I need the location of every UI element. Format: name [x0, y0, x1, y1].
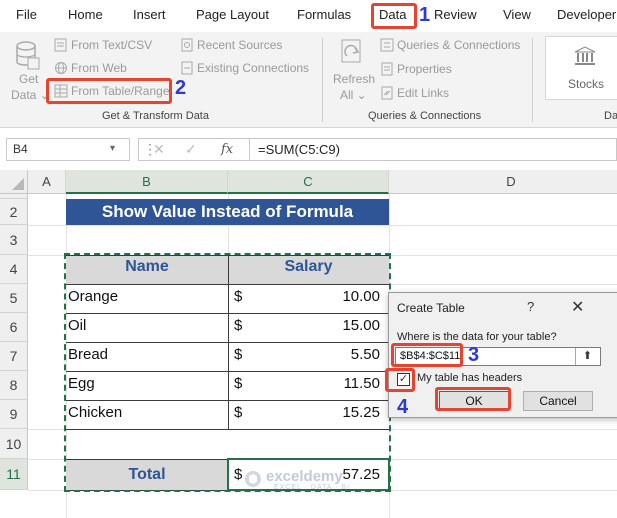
row-header-6[interactable]: 6	[0, 313, 28, 342]
tab-developer[interactable]: Developer	[557, 7, 616, 22]
from-web-button[interactable]: From Web	[71, 61, 127, 75]
step-4-label: 4	[397, 396, 409, 418]
brand-name: exceldemy	[266, 468, 343, 485]
existing-connections-button[interactable]: Existing Connections	[197, 61, 309, 75]
checkbox-highlight	[385, 368, 415, 392]
formula-input[interactable]: =SUM(C5:C9)	[250, 138, 617, 161]
step-3-label: 3	[468, 344, 480, 366]
confirm-entry-icon[interactable]: ✓	[185, 141, 197, 158]
stocks-button[interactable]: Stocks	[568, 77, 604, 91]
column-header-b[interactable]: B	[66, 170, 228, 194]
from-table-highlight	[46, 78, 172, 104]
step-2-label: 2	[175, 77, 187, 99]
cancel-button[interactable]: Cancel	[523, 391, 593, 411]
column-header-a[interactable]: A	[28, 170, 66, 194]
row-header-2[interactable]: 2	[0, 199, 28, 225]
text-file-icon	[54, 38, 68, 55]
watermark: exceldemy EXCEL · DATA · BI	[244, 468, 374, 492]
sheet-title[interactable]: Show Value Instead of Formula	[66, 199, 389, 225]
row-header-7[interactable]: 7	[0, 342, 28, 371]
name-box-dropdown-icon[interactable]: ▾	[110, 143, 115, 154]
collapse-dialog-icon[interactable]: ⬆	[575, 348, 599, 365]
refresh-all-dropdown[interactable]: All ⌄	[340, 88, 367, 102]
close-icon[interactable]: ✕	[571, 297, 584, 317]
gridline	[28, 225, 617, 226]
formula-bar: B4 ▾ ⋮ ✕ ✓ fx =SUM(C5:C9)	[0, 134, 617, 164]
bank-icon	[573, 45, 597, 70]
tab-review[interactable]: Review	[434, 7, 477, 22]
queries-group-label: Queries & Connections	[368, 110, 482, 122]
row-header-9[interactable]: 9	[0, 400, 28, 429]
data-tab-highlight	[371, 3, 417, 29]
refresh-all-button[interactable]: Refresh	[333, 72, 375, 86]
globe-icon	[54, 61, 68, 78]
range-question: Where is the data for your table?	[397, 331, 557, 343]
step-1-label: 1	[419, 4, 431, 26]
refresh-icon	[338, 38, 366, 73]
brand-tagline: EXCEL · DATA · BI	[274, 484, 350, 491]
cancel-entry-icon[interactable]: ✕	[153, 141, 165, 158]
recent-sources-icon	[180, 38, 194, 55]
properties-icon	[380, 62, 394, 79]
group-separator	[322, 38, 323, 122]
column-header-c[interactable]: C	[228, 170, 389, 194]
row-header-11[interactable]: 11	[0, 459, 28, 490]
tab-insert[interactable]: Insert	[133, 7, 166, 22]
database-icon	[14, 40, 40, 73]
stocks-gallery[interactable]: Stocks	[545, 36, 617, 100]
tab-home[interactable]: Home	[68, 7, 103, 22]
tab-formulas[interactable]: Formulas	[297, 7, 351, 22]
ribbon-data: Get Data ⌄ From Text/CSV From Web From T…	[0, 32, 617, 128]
edit-links-icon	[380, 86, 394, 103]
row-header-3[interactable]: 3	[0, 225, 28, 255]
queries-connections-icon	[380, 38, 394, 55]
tab-file[interactable]: File	[16, 7, 37, 22]
selection-marquee	[64, 253, 391, 492]
recent-sources-button[interactable]: Recent Sources	[197, 38, 282, 52]
dialog-title: Create Table	[397, 301, 465, 315]
existing-connections-icon	[180, 61, 194, 78]
insert-function-icon[interactable]: fx	[221, 142, 233, 157]
help-icon[interactable]: ?	[527, 299, 534, 314]
tab-page-layout[interactable]: Page Layout	[196, 7, 269, 22]
row-header-5[interactable]: 5	[0, 284, 28, 313]
brand-logo-icon	[245, 471, 261, 487]
row-header-8[interactable]: 8	[0, 371, 28, 400]
column-header-d[interactable]: D	[389, 170, 617, 194]
from-text-csv-button[interactable]: From Text/CSV	[71, 38, 152, 52]
formula-controls: ⋮ ✕ ✓ fx	[138, 138, 250, 161]
get-data-dropdown[interactable]: Data ⌄	[11, 88, 50, 102]
row-header-10[interactable]: 10	[0, 429, 28, 459]
select-all-corner[interactable]	[0, 170, 28, 194]
ribbon-tabs: File Home Insert Page Layout Formulas Da…	[0, 0, 617, 32]
get-transform-group-label: Get & Transform Data	[102, 110, 209, 122]
ok-highlight	[435, 387, 511, 411]
range-highlight	[391, 343, 463, 367]
headers-checkbox-label[interactable]: My table has headers	[417, 372, 522, 384]
edit-links-button[interactable]: Edit Links	[397, 86, 449, 100]
queries-connections-button[interactable]: Queries & Connections	[397, 38, 520, 52]
properties-button[interactable]: Properties	[397, 62, 452, 76]
tab-view[interactable]: View	[503, 7, 531, 22]
group-separator	[532, 38, 533, 122]
get-data-button[interactable]: Get	[19, 72, 38, 86]
gridline	[389, 284, 617, 285]
row-header-4[interactable]: 4	[0, 255, 28, 284]
data-types-group-label: Da	[604, 110, 617, 122]
